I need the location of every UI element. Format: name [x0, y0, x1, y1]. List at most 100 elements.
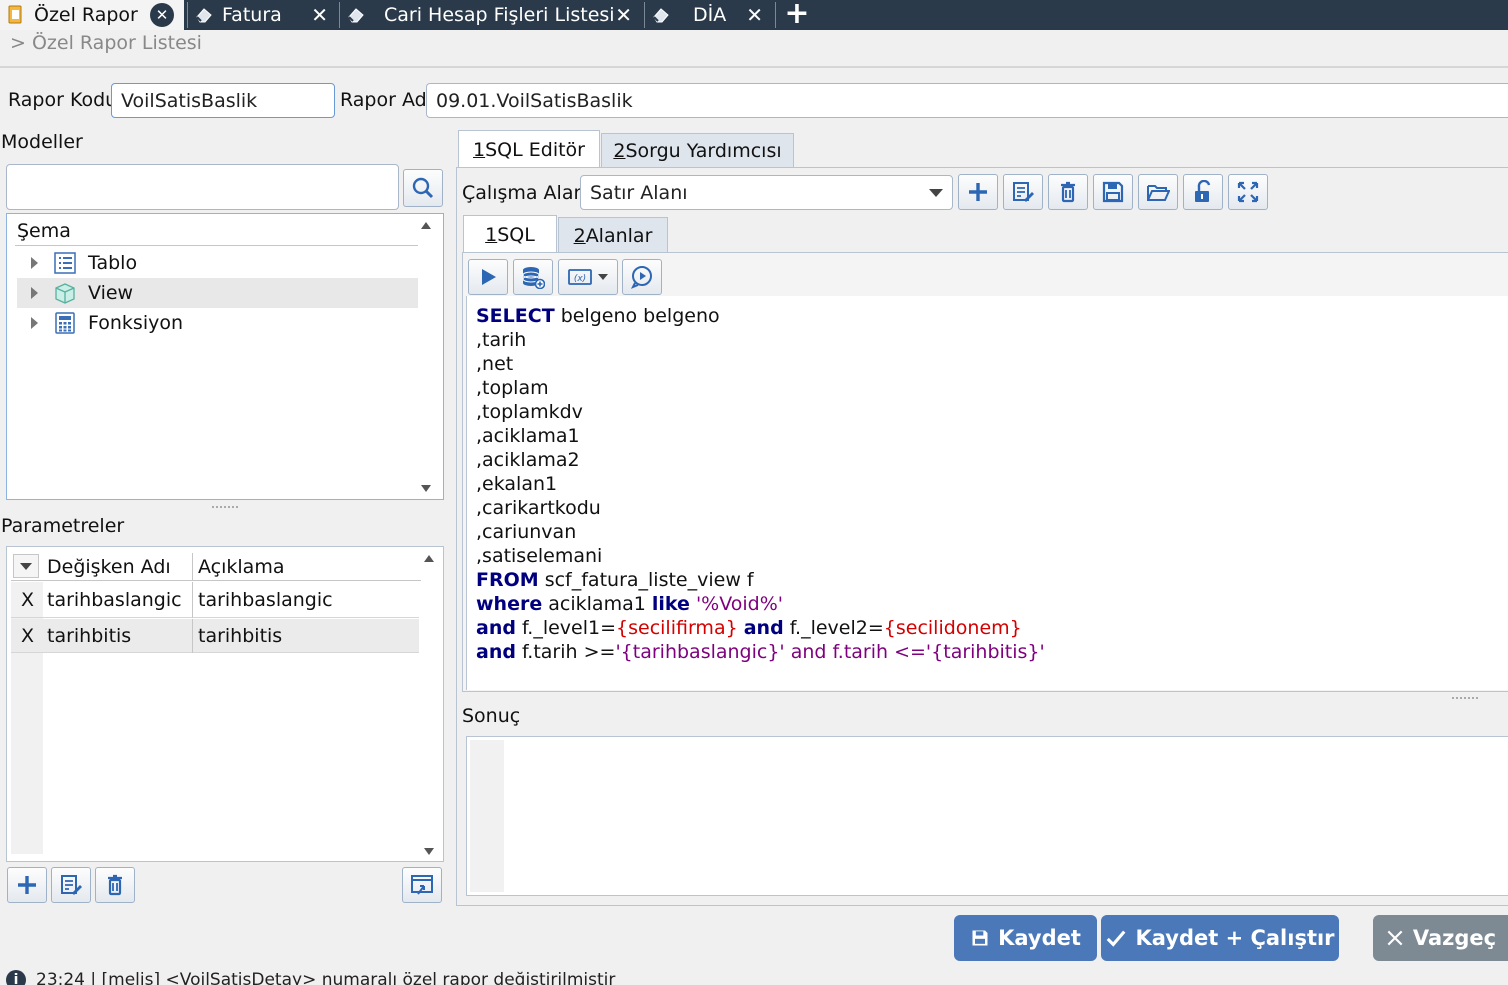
scroll-up-icon[interactable] — [424, 555, 434, 562]
calisma-alani-value: Satır Alanı — [590, 181, 688, 204]
sql-token: ,aciklama2 — [476, 449, 580, 471]
tab-mnemonic: 1 — [485, 223, 498, 246]
tab-fatura[interactable]: Fatura ✕ — [188, 0, 338, 30]
search-button[interactable] — [403, 169, 443, 207]
fullscreen-button[interactable] — [1228, 174, 1268, 210]
tab-sql[interactable]: 1 SQL — [463, 215, 557, 253]
sql-line[interactable]: ,satiselemani — [476, 544, 1508, 568]
close-icon[interactable]: ✕ — [746, 3, 763, 27]
chevron-down-icon[interactable] — [929, 188, 943, 197]
row-mark[interactable]: X — [17, 582, 41, 618]
model-search-input[interactable] — [6, 164, 399, 210]
scroll-up-icon[interactable] — [421, 222, 431, 229]
sql-line[interactable]: ,ekalan1 — [476, 472, 1508, 496]
sql-line[interactable]: ,toplam — [476, 376, 1508, 400]
save-button[interactable]: Kaydet — [954, 915, 1097, 961]
tab-dia[interactable]: DİA ✕ — [645, 0, 773, 30]
add-tab-button[interactable]: + — [782, 0, 812, 30]
add-parameter-button[interactable] — [7, 867, 47, 903]
expand-arrow-icon[interactable] — [31, 317, 38, 329]
sql-code-editor[interactable]: SELECT belgeno belgeno ,tarih ,net ,toplam,… — [466, 296, 1508, 690]
close-icon — [1387, 930, 1403, 946]
cancel-label: Vazgeç — [1412, 926, 1497, 950]
column-header-degisken[interactable]: Değişken Adı — [43, 553, 193, 581]
row-mark[interactable]: X — [17, 619, 41, 653]
sql-line[interactable]: ,aciklama2 — [476, 448, 1508, 472]
tree-header[interactable]: Şema — [15, 220, 418, 246]
tab-label: SQL Editör — [485, 138, 585, 161]
expand-arrow-icon[interactable] — [31, 257, 38, 269]
sql-line[interactable]: where aciklama1 like '%Void%' — [476, 592, 1508, 616]
eraser-icon — [651, 5, 671, 25]
open-folder-button[interactable] — [1138, 174, 1178, 210]
sql-token: ,ekalan1 — [476, 473, 558, 495]
tree-item-tablo[interactable]: Tablo — [17, 248, 422, 278]
delete-parameter-button[interactable] — [95, 867, 135, 903]
parameters-grid: Değişken Adı Açıklama X tarihbaslangic t… — [6, 546, 444, 862]
sql-token: ,satiselemani — [476, 545, 603, 567]
sql-line[interactable]: ,tarih — [476, 328, 1508, 352]
close-icon[interactable]: ✕ — [615, 3, 632, 27]
sql-line[interactable]: ,cariunvan — [476, 520, 1508, 544]
tab-separator — [775, 2, 776, 28]
close-icon[interactable]: ✕ — [311, 3, 328, 27]
tab-cari-hesap[interactable]: Cari Hesap Fişleri Listesi ✕ — [340, 0, 642, 30]
breadcrumb[interactable]: > Özel Rapor Listesi — [10, 32, 202, 54]
modeller-title: Modeller — [1, 131, 83, 153]
floppy-disk-icon — [1102, 181, 1124, 203]
database-button[interactable] — [513, 259, 553, 295]
tab-sorgu-yardimcisi[interactable]: 2 Sorgu Yardımcısı — [601, 133, 794, 168]
splitter-grip[interactable] — [212, 506, 238, 509]
row-name[interactable]: tarihbitis — [43, 619, 193, 653]
variable-dropdown-button[interactable]: (x) — [558, 259, 618, 295]
sql-line[interactable]: ,toplamkdv — [476, 400, 1508, 424]
tab-sql-editor[interactable]: 1 SQL Editör — [458, 130, 600, 168]
sql-line[interactable]: ,net — [476, 352, 1508, 376]
grid-menu-button[interactable] — [13, 554, 39, 578]
save-and-run-button[interactable]: Kaydet + Çalıştır — [1101, 915, 1339, 961]
tree-item-view[interactable]: View — [17, 278, 422, 308]
row-desc[interactable]: tarihbitis — [194, 619, 419, 653]
tab-alanlar[interactable]: 2 Alanlar — [558, 217, 668, 253]
row-name[interactable]: tarihbaslangic — [43, 582, 193, 618]
run-button[interactable] — [468, 259, 508, 295]
cancel-button[interactable]: Vazgeç — [1373, 915, 1508, 961]
calisma-alani-select[interactable]: Satır Alanı — [580, 175, 953, 210]
scroll-down-icon[interactable] — [424, 848, 434, 855]
export-parameter-button[interactable] — [402, 867, 442, 903]
sql-token: ,cariunvan — [476, 521, 577, 543]
status-text: 23:24 | [melis] <VoilSatisDetay> numaral… — [36, 970, 616, 985]
splitter-grip[interactable] — [1452, 697, 1478, 700]
save-workspace-button[interactable] — [1093, 174, 1133, 210]
expand-arrow-icon[interactable] — [31, 287, 38, 299]
eraser-icon — [194, 5, 214, 25]
edit-button[interactable] — [1003, 174, 1043, 210]
add-button[interactable] — [958, 174, 998, 210]
divider — [0, 66, 1508, 68]
grid-scrollbar[interactable] — [421, 551, 437, 859]
status-bar: i 23:24 | [melis] <VoilSatisDetay> numara… — [6, 970, 615, 985]
rapor-adi-input[interactable]: 09.01.VoilSatisBaslik — [426, 83, 1508, 118]
scroll-down-icon[interactable] — [421, 485, 431, 492]
tab-label: Fatura — [222, 4, 282, 26]
row-desc[interactable]: tarihbaslangic — [194, 582, 419, 618]
sql-line[interactable]: ,carikartkodu — [476, 496, 1508, 520]
parametreler-title: Parametreler — [1, 515, 125, 537]
preview-button[interactable] — [622, 259, 662, 295]
sql-line[interactable]: SELECT belgeno belgeno — [476, 304, 1508, 328]
tab-mnemonic: 2 — [613, 140, 626, 162]
delete-button[interactable] — [1048, 174, 1088, 210]
tab-ozel-rapor[interactable]: Özel Rapor ✕ — [0, 0, 184, 30]
sql-line[interactable]: and f._level1={secilifirma} and f._level… — [476, 616, 1508, 640]
sql-line[interactable]: ,aciklama1 — [476, 424, 1508, 448]
column-header-aciklama[interactable]: Açıklama — [194, 553, 419, 581]
close-icon[interactable]: ✕ — [150, 3, 174, 27]
tree-item-fonksiyon[interactable]: Fonksiyon — [17, 308, 422, 338]
tree-scrollbar[interactable] — [418, 218, 434, 496]
unlock-button[interactable] — [1183, 174, 1223, 210]
rapor-kodu-input[interactable]: VoilSatisBaslik — [111, 83, 335, 118]
sql-line[interactable]: FROM scf_fatura_liste_view f — [476, 568, 1508, 592]
result-grid[interactable] — [466, 736, 1508, 896]
sql-line[interactable]: and f.tarih >='{tarihbaslangic}' and f.t… — [476, 640, 1508, 664]
edit-parameter-button[interactable] — [51, 867, 91, 903]
